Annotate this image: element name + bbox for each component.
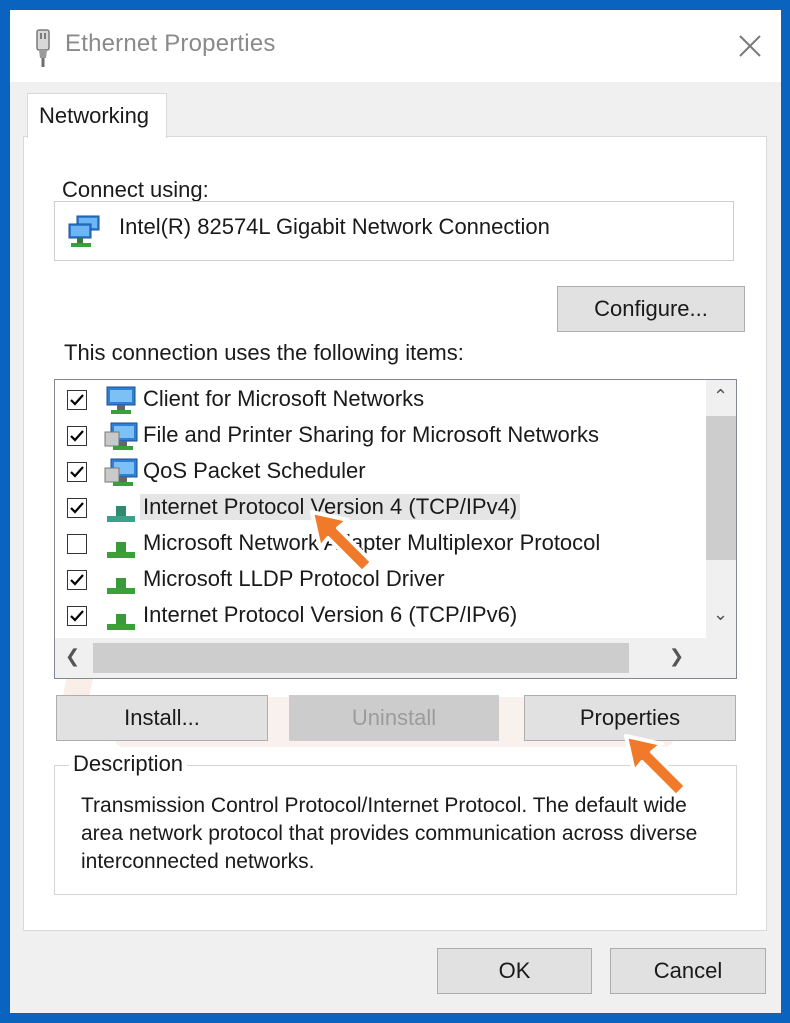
scroll-up-icon[interactable]: ⌃ bbox=[713, 386, 728, 407]
protocol-icon bbox=[107, 542, 135, 558]
cancel-button[interactable]: Cancel bbox=[610, 948, 766, 994]
network-service-icon bbox=[104, 458, 138, 486]
properties-dialog: Ethernet Properties Networking Connect u… bbox=[10, 10, 781, 1013]
checkmark-icon bbox=[70, 394, 84, 406]
list-item[interactable]: Microsoft Network Adapter Multiplexor Pr… bbox=[55, 528, 695, 564]
vertical-scroll-thumb[interactable] bbox=[706, 416, 736, 560]
checkmark-icon bbox=[70, 574, 84, 586]
connect-using-label: Connect using: bbox=[62, 177, 209, 202]
items-label: This connection uses the following items… bbox=[64, 340, 464, 365]
list-item-label: Microsoft LLDP Protocol Driver bbox=[143, 566, 445, 591]
item-checkbox[interactable] bbox=[67, 534, 87, 554]
title-bar: Ethernet Properties bbox=[10, 10, 781, 82]
list-item[interactable]: Internet Protocol Version 6 (TCP/IPv6) bbox=[55, 600, 695, 636]
item-checkbox[interactable] bbox=[67, 606, 87, 626]
list-item-label: Internet Protocol Version 4 (TCP/IPv4) bbox=[140, 494, 521, 520]
list-item-label: QoS Packet Scheduler bbox=[143, 458, 366, 483]
scroll-left-icon[interactable]: ❮ bbox=[65, 646, 80, 667]
checkmark-icon bbox=[70, 610, 84, 622]
protocol-icon bbox=[107, 578, 135, 594]
item-checkbox[interactable] bbox=[67, 426, 87, 446]
list-item[interactable]: Microsoft LLDP Protocol Driver bbox=[55, 564, 695, 600]
description-text: Transmission Control Protocol/Internet P… bbox=[81, 794, 698, 873]
ethernet-plug-icon bbox=[36, 29, 50, 67]
network-service-icon bbox=[104, 422, 138, 450]
list-item-label: Microsoft Network Adapter Multiplexor Pr… bbox=[143, 530, 601, 555]
checkmark-icon bbox=[70, 502, 84, 514]
description-title: Description bbox=[69, 751, 188, 777]
adapter-name: Intel(R) 82574L Gigabit Network Connecti… bbox=[119, 214, 550, 239]
items-listbox[interactable]: Client for Microsoft Networks File and P… bbox=[54, 379, 737, 679]
networking-panel: Connect using: Intel(R) 82574L Gigabit N… bbox=[23, 136, 767, 931]
network-client-icon bbox=[106, 386, 136, 414]
list-item-selected[interactable]: Internet Protocol Version 4 (TCP/IPv4) bbox=[55, 492, 695, 528]
list-item-label: File and Printer Sharing for Microsoft N… bbox=[143, 422, 600, 447]
list-item[interactable]: Client for Microsoft Networks bbox=[55, 384, 695, 420]
item-checkbox[interactable] bbox=[67, 390, 87, 410]
properties-button[interactable]: Properties bbox=[524, 695, 736, 741]
close-icon bbox=[739, 35, 761, 57]
checkmark-icon bbox=[70, 430, 84, 442]
protocol-icon bbox=[107, 614, 135, 630]
item-checkbox[interactable] bbox=[67, 462, 87, 482]
item-checkbox[interactable] bbox=[67, 498, 87, 518]
tab-networking-label: Networking bbox=[39, 103, 150, 128]
install-button[interactable]: Install... bbox=[56, 695, 268, 741]
description-group: Description Transmission Control Protoco… bbox=[54, 751, 737, 895]
uninstall-button[interactable]: Uninstall bbox=[289, 695, 499, 741]
list-item[interactable]: File and Printer Sharing for Microsoft N… bbox=[55, 420, 695, 456]
list-item-label: Client for Microsoft Networks bbox=[143, 386, 425, 411]
scroll-right-icon[interactable]: ❯ bbox=[669, 646, 684, 667]
window-title: Ethernet Properties bbox=[65, 30, 276, 57]
list-item-label: Internet Protocol Version 6 (TCP/IPv6) bbox=[143, 602, 518, 627]
horizontal-scroll-thumb[interactable] bbox=[93, 643, 629, 673]
list-item[interactable]: QoS Packet Scheduler bbox=[55, 456, 695, 492]
item-checkbox[interactable] bbox=[67, 570, 87, 590]
adapter-display: Intel(R) 82574L Gigabit Network Connecti… bbox=[54, 201, 734, 261]
tab-networking[interactable]: Networking bbox=[27, 93, 167, 138]
scroll-down-icon[interactable]: ⌄ bbox=[713, 604, 728, 625]
ok-button[interactable]: OK bbox=[437, 948, 592, 994]
configure-button[interactable]: Configure... bbox=[557, 286, 745, 332]
network-adapter-icon bbox=[68, 215, 100, 247]
protocol-icon bbox=[107, 506, 135, 522]
checkmark-icon bbox=[70, 466, 84, 478]
horizontal-scrollbar[interactable]: ❮ ❯ bbox=[55, 638, 736, 678]
close-button[interactable] bbox=[727, 24, 773, 68]
vertical-scrollbar[interactable]: ⌃ ⌄ bbox=[706, 380, 736, 638]
